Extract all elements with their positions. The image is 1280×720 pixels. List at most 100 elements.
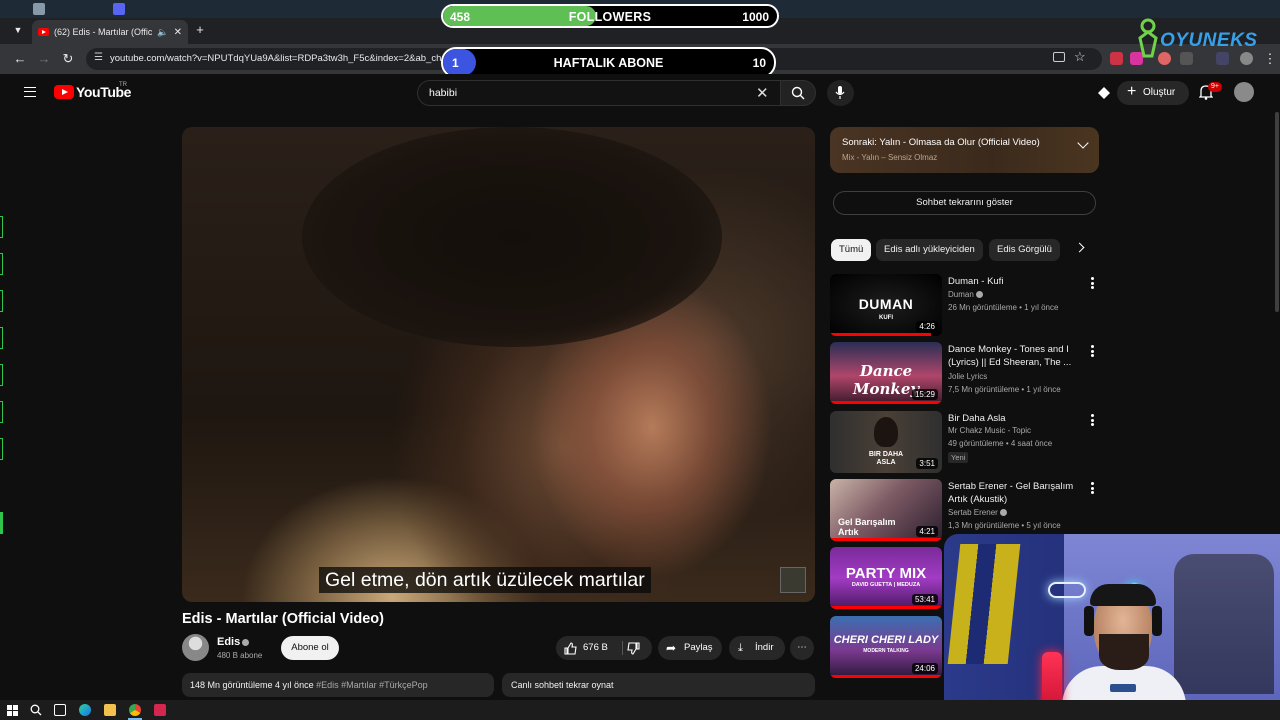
duration: 53:41	[911, 594, 938, 605]
neon-controller-light	[1048, 582, 1086, 598]
youtube-header: YouTube TR habibi ✕ + Oluştur 9+	[0, 74, 1280, 112]
back-icon[interactable]: ←	[12, 51, 28, 67]
show-chat-replay-button[interactable]: Sohbet tekrarını göster	[833, 191, 1096, 215]
channel-name[interactable]: Edis	[217, 636, 250, 648]
chevron-right-icon[interactable]	[1074, 242, 1085, 253]
discord-icon[interactable]	[113, 3, 125, 15]
gaming-chair	[1174, 554, 1274, 694]
more-actions-button[interactable]: ⋯	[790, 636, 814, 660]
windows-start-icon[interactable]	[7, 705, 18, 716]
site-info-icon[interactable]: ☰	[94, 52, 103, 63]
search-input[interactable]: habibi ✕	[417, 80, 781, 106]
tab-close-icon[interactable]: ✕	[174, 27, 182, 38]
channel-avatar[interactable]	[182, 634, 209, 661]
hashtags[interactable]: #Edis #Martılar #TürkçePop	[316, 680, 428, 690]
thumbnail[interactable]: CHERI CHERI LADY MODERN TALKING 24:06	[830, 616, 942, 678]
youtube-logo-icon[interactable]	[54, 85, 74, 99]
thumbnail[interactable]: PARTY MIX DAVID GUETTA | MEDUZA 53:41	[830, 547, 942, 609]
up-next-mix-panel[interactable]: Sonraki: Yalın - Olmasa da Olur (Officia…	[830, 127, 1099, 173]
edge-marker	[0, 253, 3, 275]
task-view-icon[interactable]	[54, 704, 66, 716]
more-options-icon[interactable]	[1091, 482, 1094, 494]
thumbnail[interactable]: BIR DAHA ASLA 3:51	[830, 411, 942, 473]
duration: 3:51	[916, 458, 938, 469]
rec-channel-text: Duman	[948, 290, 974, 299]
share-icon: ➦	[666, 641, 677, 655]
like-count[interactable]: 676 B	[583, 636, 608, 660]
watch-progress	[830, 401, 942, 404]
dislike-icon[interactable]	[627, 642, 640, 655]
speaker-icon[interactable]: 🔈	[157, 27, 168, 38]
chip-edis-gorgulu[interactable]: Edis Görgülü	[989, 239, 1060, 261]
recycle-bin-icon[interactable]	[33, 3, 45, 15]
thumbnail-text: DUMAN	[858, 296, 914, 312]
tab-list-chevron-icon[interactable]: ▼	[10, 22, 26, 38]
thumbnail-text: Gel Barışalım Artık	[838, 517, 896, 537]
thumbnail[interactable]: DUMAN KUFI 4:26	[830, 274, 942, 336]
rec-title[interactable]: Duman - Kufi	[948, 275, 1082, 288]
brand-logo: OYUNEKS	[1136, 18, 1258, 62]
search-value: habibi	[429, 87, 458, 99]
browser-menu-icon[interactable]: ⋮	[1262, 51, 1278, 67]
rec-channel[interactable]: Duman	[948, 290, 983, 299]
extension-1-icon[interactable]	[1110, 52, 1123, 65]
account-avatar[interactable]	[1234, 82, 1254, 102]
new-tab-button[interactable]: +	[192, 22, 208, 38]
bookmark-star-icon[interactable]: ☆	[1074, 49, 1086, 65]
rec-title[interactable]: Dance Monkey - Tones and I (Lyrics) || E…	[948, 343, 1082, 369]
edge-marker	[0, 290, 3, 312]
hamburger-menu-icon[interactable]	[24, 87, 36, 97]
next-title: Sonraki: Yalın - Olmasa da Olur (Officia…	[842, 137, 1040, 148]
new-badge: Yeni	[948, 452, 969, 463]
forward-icon[interactable]: →	[36, 51, 52, 67]
list-item[interactable]: BIR DAHA ASLA 3:51 Bir Daha Asla Mr Chak…	[830, 411, 1100, 473]
reload-icon[interactable]: ↻	[60, 51, 76, 67]
browser-tab-youtube[interactable]: (62) Edis - Martılar (Official 🔈 ✕	[32, 20, 188, 44]
tab-title: (62) Edis - Martılar (Official	[54, 27, 153, 37]
artist-silhouette	[874, 417, 898, 447]
list-item[interactable]: Gel Barışalım Artık 4:21 Sertab Erener -…	[830, 479, 1100, 541]
chrome-icon[interactable]	[129, 704, 141, 716]
clear-search-icon[interactable]: ✕	[756, 84, 769, 102]
list-item[interactable]: Dance Monkey 15:29 Dance Monkey - Tones …	[830, 342, 1100, 404]
video-subtitle: Gel etme, dön artık üzülecek martılar	[319, 567, 651, 593]
rec-channel[interactable]: Mr Chakz Music - Topic	[948, 426, 1031, 435]
file-explorer-icon[interactable]	[104, 704, 116, 716]
download-button[interactable]: ⤓ İndir	[729, 636, 785, 660]
thumbnail[interactable]: Gel Barışalım Artık 4:21	[830, 479, 942, 541]
list-item[interactable]: DUMAN KUFI 4:26 Duman - Kufi Duman 26 Mn…	[830, 274, 1100, 336]
scrollbar[interactable]	[1275, 112, 1279, 312]
create-button[interactable]: + Oluştur	[1117, 81, 1189, 105]
video-player[interactable]	[182, 127, 815, 602]
edge-browser-icon[interactable]	[79, 704, 91, 716]
chat-replay-button[interactable]: Canlı sohbeti tekrar oynat	[502, 673, 815, 697]
chevron-down-icon[interactable]	[1077, 137, 1089, 149]
rec-title[interactable]: Sertab Erener - Gel Barışalım Artık (Aku…	[948, 480, 1082, 506]
search-icon[interactable]	[30, 704, 42, 716]
cast-ai-icon[interactable]	[1097, 86, 1111, 100]
chip-all[interactable]: Tümü	[831, 239, 872, 261]
edge-marker	[0, 512, 3, 534]
install-icon[interactable]	[1053, 52, 1065, 62]
voice-search-button[interactable]	[827, 80, 854, 106]
share-button[interactable]: ➦ Paylaş	[658, 636, 722, 660]
thumbnail[interactable]: Dance Monkey 15:29	[830, 342, 942, 404]
search-button[interactable]	[780, 80, 816, 106]
more-options-icon[interactable]	[1091, 277, 1094, 289]
like-icon[interactable]	[564, 642, 577, 655]
rec-channel[interactable]: Jolie Lyrics	[948, 372, 987, 381]
shirt-logo	[1110, 684, 1136, 692]
app-icon[interactable]	[154, 704, 166, 716]
video-description[interactable]: 148 Mn görüntüleme 4 yıl önce #Edis #Mar…	[182, 673, 494, 697]
chip-from-uploader[interactable]: Edis adlı yükleyiciden	[876, 239, 983, 261]
edge-marker	[0, 401, 3, 423]
rec-channel-text: Sertab Erener	[948, 508, 998, 517]
headphone-right	[1152, 606, 1162, 636]
more-options-icon[interactable]	[1091, 345, 1094, 357]
more-options-icon[interactable]	[1091, 414, 1094, 426]
rec-channel[interactable]: Sertab Erener	[948, 508, 1007, 517]
channel-watermark[interactable]	[780, 567, 806, 593]
rec-title[interactable]: Bir Daha Asla	[948, 412, 1082, 425]
subscribe-button[interactable]: Abone ol	[281, 636, 339, 660]
verified-icon	[975, 291, 983, 298]
